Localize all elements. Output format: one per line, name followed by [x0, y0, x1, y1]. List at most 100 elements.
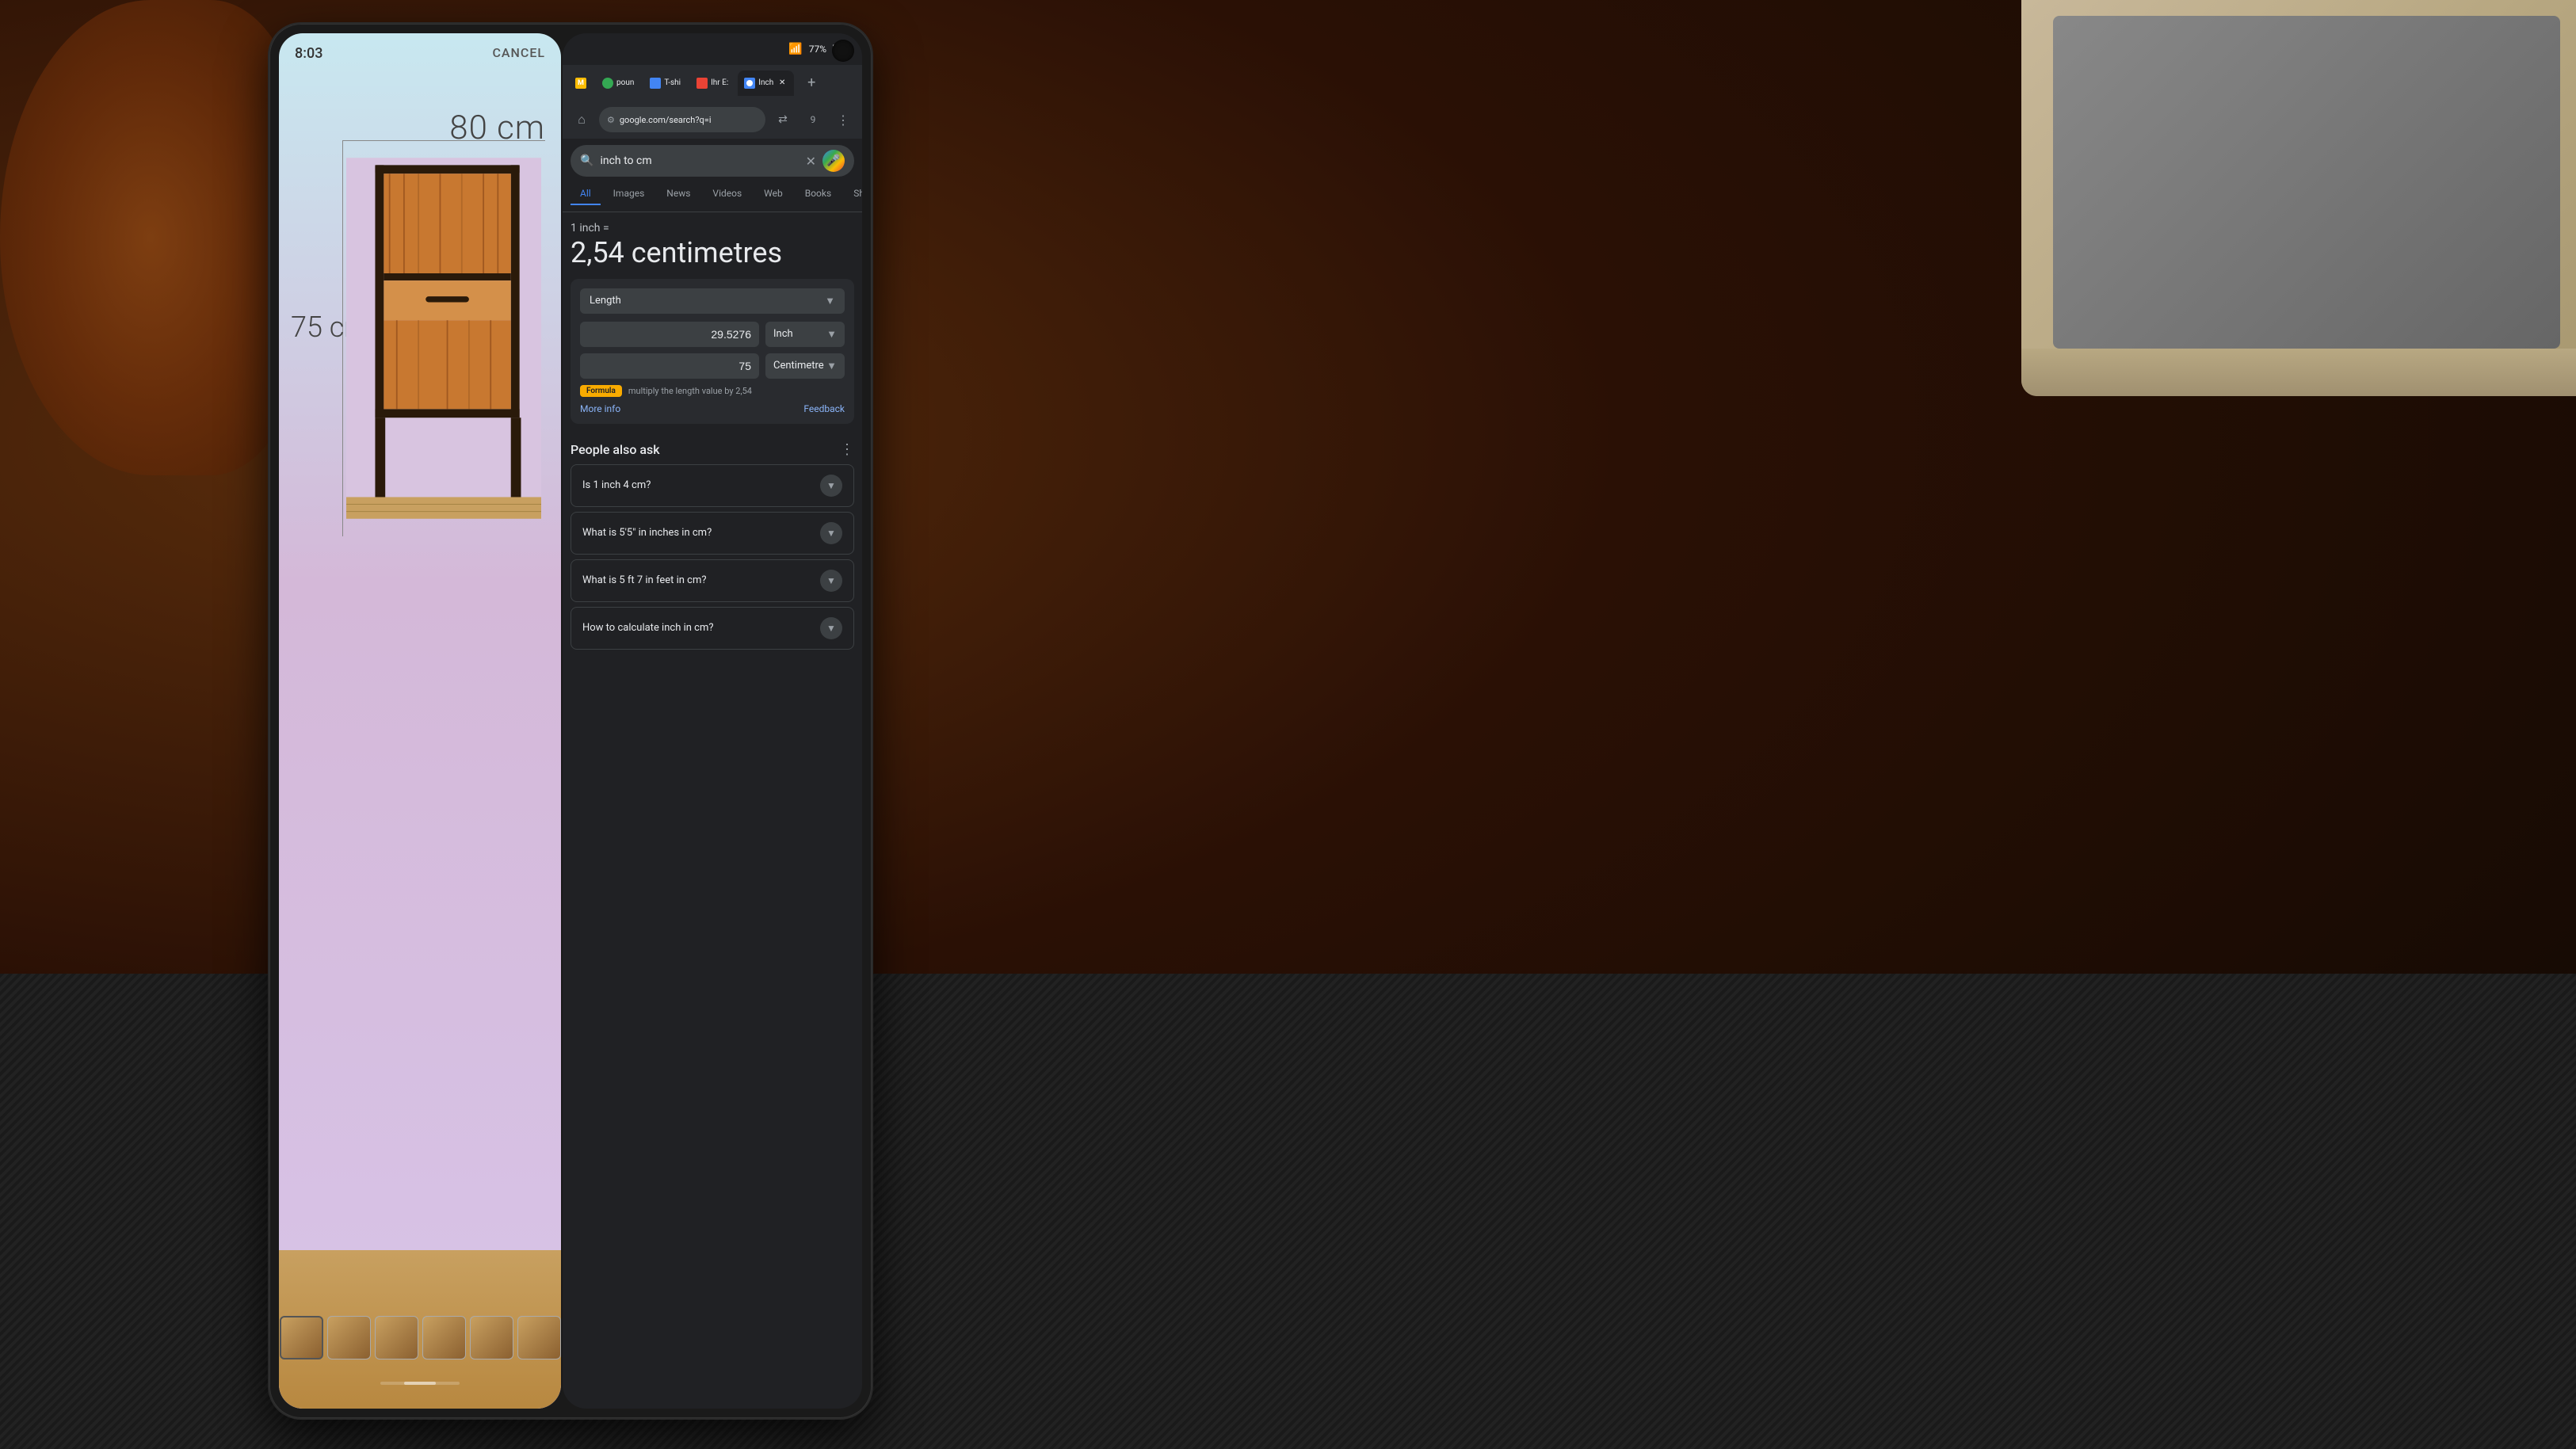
converter-type-select[interactable]: Length ▼ — [580, 288, 845, 314]
tab-label-ihre: Ihr E: — [711, 78, 728, 87]
filter-tabs: All Images News Videos Web Books Short — [563, 183, 862, 212]
thumbnail-5[interactable] — [422, 1316, 466, 1359]
right-screen: 📶 77% M poun T-shi — [563, 33, 862, 1409]
scroll-indicator-fill — [404, 1382, 436, 1385]
result-area: 1 inch = 2,54 centimetres Length ▼ Inch … — [563, 212, 862, 441]
people-also-ask-section: People also ask ⋮ Is 1 inch 4 cm? ▼ What… — [563, 441, 862, 650]
tab-favicon-m: M — [575, 78, 586, 89]
paa-header: People also ask ⋮ — [571, 441, 854, 458]
home-button[interactable]: ⌂ — [569, 107, 594, 132]
filter-tab-books[interactable]: Books — [796, 183, 841, 205]
address-field[interactable]: ⚙ google.com/search?q=i — [599, 107, 765, 132]
thumbnail-6[interactable] — [470, 1316, 513, 1359]
unit-1-chevron: ▼ — [826, 328, 837, 341]
more-info-link[interactable]: More info — [580, 403, 620, 414]
left-status-bar: 8:03 — [279, 33, 561, 73]
formula-badge: Formula — [580, 385, 622, 397]
tab-label-inch: Inch — [758, 78, 773, 87]
voice-search-button[interactable]: 🎤 — [822, 150, 845, 172]
address-bar-row: ⌂ ⚙ google.com/search?q=i ⇄ 9 ⋮ — [563, 101, 862, 139]
thumbnail-2[interactable] — [280, 1316, 323, 1359]
converter-row-2: Centimetre ▼ — [580, 353, 845, 379]
new-tab-button[interactable]: + — [800, 72, 822, 94]
paa-question-4: How to calculate inch in cm? — [582, 622, 820, 634]
security-icon: ⚙ — [607, 115, 615, 125]
paa-title: People also ask — [571, 442, 660, 457]
front-camera — [832, 40, 854, 62]
tab-favicon-ihre — [696, 78, 708, 89]
paa-item-1[interactable]: Is 1 inch 4 cm? ▼ — [571, 464, 854, 507]
converter-unit-1[interactable]: Inch ▼ — [765, 322, 845, 347]
search-icon: 🔍 — [580, 154, 593, 167]
furniture-svg — [346, 136, 541, 540]
scroll-indicator — [380, 1382, 460, 1385]
converter-row-1: Inch ▼ — [580, 322, 845, 347]
tab-ihre[interactable]: Ihr E: — [690, 71, 735, 96]
laptop-screen — [2053, 16, 2560, 349]
thumbnail-3[interactable] — [327, 1316, 371, 1359]
paa-item-2[interactable]: What is 5'5" in inches in cm? ▼ — [571, 512, 854, 555]
converter-unit-2[interactable]: Centimetre ▼ — [765, 353, 845, 379]
paa-question-2: What is 5'5" in inches in cm? — [582, 527, 820, 539]
filter-tab-images[interactable]: Images — [604, 183, 654, 205]
tab-m[interactable]: M — [569, 71, 593, 96]
battery-percent: 77% — [809, 44, 826, 55]
paa-expand-1[interactable]: ▼ — [820, 475, 842, 497]
filter-tab-news[interactable]: News — [657, 183, 700, 205]
thumbnail-strip — [287, 1306, 553, 1369]
paa-item-4[interactable]: How to calculate inch in cm? ▼ — [571, 607, 854, 650]
converter-type-label: Length — [590, 295, 621, 307]
tab-poun[interactable]: poun — [596, 71, 640, 96]
history-button[interactable]: 9 — [800, 107, 826, 132]
translate-button[interactable]: ⇄ — [770, 107, 796, 132]
filter-tab-short[interactable]: Short — [844, 183, 862, 205]
converter-type-row: Length ▼ — [580, 288, 845, 314]
tab-label-poun: poun — [616, 78, 634, 87]
phone-device: 8:03 CANCEL 80 cm 75 cm — [269, 24, 872, 1418]
filter-tab-videos[interactable]: Videos — [703, 183, 751, 205]
tab-favicon-inch — [744, 78, 755, 89]
tab-label-tshi: T-shi — [664, 78, 681, 87]
result-value: 2,54 centimetres — [571, 238, 854, 269]
laptop — [2021, 0, 2576, 396]
url-text: google.com/search?q=i — [620, 115, 758, 125]
tab-bar: M poun T-shi Ihr E: Inch — [563, 65, 862, 101]
left-time: 8:03 — [295, 45, 322, 62]
converter-value-1[interactable] — [580, 322, 759, 347]
paa-expand-4[interactable]: ▼ — [820, 617, 842, 639]
filter-tab-all[interactable]: All — [571, 183, 601, 205]
tab-inch[interactable]: Inch ✕ — [738, 71, 794, 96]
laptop-base — [2021, 349, 2576, 396]
formula-row: Formula multiply the length value by 2,5… — [580, 385, 845, 397]
menu-button[interactable]: ⋮ — [830, 107, 856, 132]
unit-2-label: Centimetre — [773, 360, 824, 372]
furniture-image — [346, 136, 541, 540]
more-info-row: More info Feedback — [580, 403, 845, 414]
pillow-decoration — [0, 0, 301, 475]
formula-text: multiply the length value by 2,54 — [628, 386, 752, 396]
left-screen: 8:03 CANCEL 80 cm 75 cm — [279, 33, 561, 1409]
paa-item-3[interactable]: What is 5 ft 7 in feet in cm? ▼ — [571, 559, 854, 602]
tab-favicon-tshi — [650, 78, 661, 89]
tab-favicon-poun — [602, 78, 613, 89]
paa-expand-2[interactable]: ▼ — [820, 522, 842, 544]
converter-type-chevron: ▼ — [825, 295, 835, 307]
search-query: inch to cm — [600, 154, 799, 167]
converter-value-2[interactable] — [580, 353, 759, 379]
tab-tshi[interactable]: T-shi — [643, 71, 687, 96]
clear-search-button[interactable]: ✕ — [806, 154, 816, 169]
unit-2-chevron: ▼ — [826, 360, 837, 372]
paa-question-1: Is 1 inch 4 cm? — [582, 479, 820, 491]
feedback-link[interactable]: Feedback — [803, 403, 845, 414]
result-equation: 1 inch = — [571, 222, 854, 235]
wifi-icon: 📶 — [788, 43, 802, 55]
filter-tab-web[interactable]: Web — [754, 183, 792, 205]
search-bar[interactable]: 🔍 inch to cm ✕ 🎤 — [571, 145, 854, 177]
thumbnail-4[interactable] — [375, 1316, 418, 1359]
paa-more-options[interactable]: ⋮ — [840, 441, 854, 458]
unit-1-label: Inch — [773, 328, 793, 340]
thumbnail-7[interactable] — [517, 1316, 561, 1359]
paa-expand-3[interactable]: ▼ — [820, 570, 842, 592]
tab-close-inch[interactable]: ✕ — [777, 78, 788, 89]
right-status-bar: 📶 77% — [563, 33, 862, 65]
